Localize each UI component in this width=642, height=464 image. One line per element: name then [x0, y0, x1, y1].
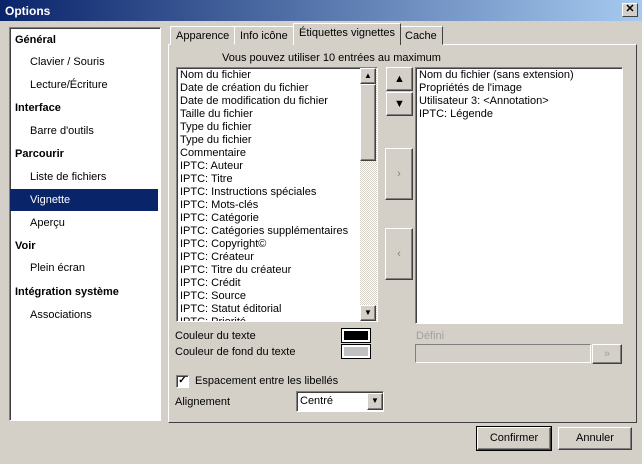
- sidebar: Général Clavier / Souris Lecture/Écriture I…: [9, 27, 161, 421]
- list-item[interactable]: IPTC: Crédit: [177, 277, 361, 290]
- list-item[interactable]: IPTC: Priorité: [177, 316, 361, 321]
- available-fields-list[interactable]: Nom du fichier Date de création du fichie…: [176, 67, 378, 322]
- list-item[interactable]: IPTC: Catégorie: [177, 212, 361, 225]
- list-item[interactable]: IPTC: Copyright©: [177, 238, 361, 251]
- tab-cache[interactable]: Cache: [399, 26, 443, 45]
- list-item[interactable]: IPTC: Légende: [416, 108, 622, 121]
- spacing-label: Espacement entre les libellés: [195, 375, 339, 387]
- sidebar-item[interactable]: Liste de fichiers: [10, 166, 158, 188]
- tab-apparence[interactable]: Apparence: [170, 26, 236, 45]
- tab-etiquettes-vignettes[interactable]: Étiquettes vignettes: [293, 23, 402, 45]
- list-item[interactable]: IPTC: Auteur: [177, 160, 361, 173]
- list-item[interactable]: Nom du fichier (sans extension): [416, 69, 622, 82]
- selected-fields-list[interactable]: Nom du fichier (sans extension) Propriété…: [415, 67, 623, 324]
- sidebar-item[interactable]: Associations: [10, 304, 158, 326]
- list-item[interactable]: Type du fichier: [177, 134, 361, 147]
- list-item[interactable]: IPTC: Statut éditorial: [177, 303, 361, 316]
- list-item[interactable]: IPTC: Source: [177, 290, 361, 303]
- cancel-button[interactable]: Annuler: [558, 427, 632, 450]
- sidebar-item[interactable]: Lecture/Écriture: [10, 74, 158, 96]
- sidebar-item[interactable]: Barre d'outils: [10, 120, 158, 142]
- define-label: Défini: [416, 330, 445, 342]
- window-title: Options: [5, 4, 51, 18]
- sidebar-item[interactable]: Intégration système: [10, 281, 158, 303]
- confirm-button[interactable]: Confirmer: [476, 426, 552, 451]
- scroll-down-icon[interactable]: ▼: [360, 305, 376, 321]
- list-item[interactable]: Utilisateur 3: <Annotation>: [416, 95, 622, 108]
- chevron-down-icon[interactable]: ▼: [367, 393, 383, 410]
- list-item[interactable]: Nom du fichier: [177, 69, 361, 82]
- list-item[interactable]: IPTC: Titre du créateur: [177, 264, 361, 277]
- spacing-checkbox[interactable]: ✓: [176, 375, 189, 388]
- list-item[interactable]: IPTC: Catégories supplémentaires: [177, 225, 361, 238]
- alignment-value: Centré: [300, 395, 334, 407]
- text-color-swatch[interactable]: [341, 328, 371, 343]
- sidebar-item[interactable]: Interface: [10, 97, 158, 119]
- scroll-thumb[interactable]: [360, 84, 376, 161]
- move-down-button[interactable]: ▼: [386, 92, 413, 116]
- define-input: [415, 344, 591, 363]
- list-item[interactable]: Commentaire: [177, 147, 361, 160]
- sidebar-item[interactable]: Clavier / Souris: [10, 51, 158, 73]
- text-color-label: Couleur du texte: [175, 330, 256, 342]
- list-item[interactable]: Date de modification du fichier: [177, 95, 361, 108]
- bg-color-label: Couleur de fond du texte: [175, 346, 296, 358]
- add-field-button[interactable]: ›: [385, 148, 413, 200]
- alignment-select[interactable]: Centré ▼: [296, 391, 384, 412]
- scroll-up-icon[interactable]: ▲: [360, 68, 376, 84]
- list-item[interactable]: Propriétés de l'image: [416, 82, 622, 95]
- list-item[interactable]: IPTC: Instructions spéciales: [177, 186, 361, 199]
- list-item[interactable]: Date de création du fichier: [177, 82, 361, 95]
- list-item[interactable]: IPTC: Titre: [177, 173, 361, 186]
- sidebar-item[interactable]: Parcourir: [10, 143, 158, 165]
- sidebar-item[interactable]: Plein écran: [10, 257, 158, 279]
- bg-color-swatch[interactable]: [341, 344, 371, 359]
- alignment-label: Alignement: [175, 396, 231, 408]
- close-button[interactable]: ✕: [622, 3, 638, 17]
- list-item[interactable]: Type du fichier: [177, 121, 361, 134]
- max-entries-hint: Vous pouvez utiliser 10 entrées au maxim…: [222, 52, 441, 64]
- list-item[interactable]: IPTC: Mots-clés: [177, 199, 361, 212]
- define-browse-button[interactable]: »: [592, 344, 622, 364]
- title-bar: Options: [0, 0, 642, 21]
- remove-field-button[interactable]: ‹: [385, 228, 413, 280]
- sidebar-item[interactable]: Aperçu: [10, 212, 158, 234]
- scrollbar[interactable]: ▲ ▼: [360, 68, 377, 321]
- sidebar-item[interactable]: Vignette: [10, 189, 158, 211]
- tab-info-icone[interactable]: Info icône: [234, 26, 294, 45]
- list-item[interactable]: IPTC: Créateur: [177, 251, 361, 264]
- sidebar-item[interactable]: Voir: [10, 235, 158, 257]
- sidebar-item[interactable]: Général: [10, 29, 158, 51]
- list-item[interactable]: Taille du fichier: [177, 108, 361, 121]
- move-up-button[interactable]: ▲: [386, 67, 413, 91]
